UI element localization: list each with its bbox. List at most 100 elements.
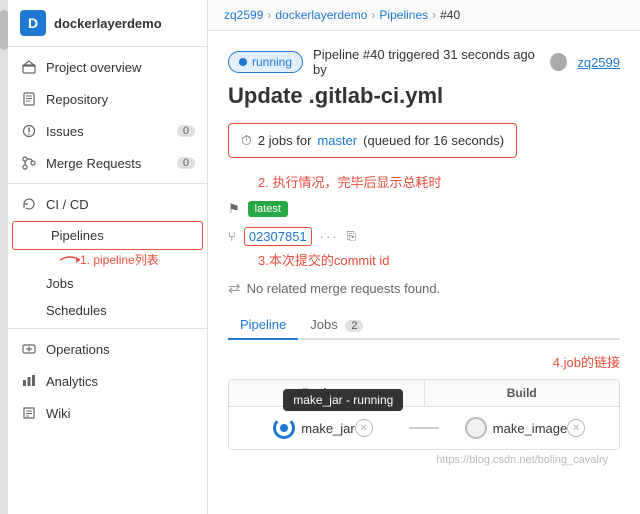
annotation3-text: 3.本次提交的commit id	[258, 250, 620, 269]
sidebar-item-project-overview[interactable]: Project overview	[8, 51, 207, 83]
job-name-make-jar: make_jar	[301, 421, 354, 436]
stage-header-build: Build	[425, 380, 620, 406]
breadcrumb-user[interactable]: zq2599	[224, 8, 263, 22]
job-node-make-image[interactable]: make_image	[465, 417, 567, 439]
branch-link[interactable]: master	[317, 133, 357, 148]
job-spinner-inner	[280, 424, 288, 432]
sidebar-item-ci-cd[interactable]: CI / CD	[8, 188, 207, 220]
project-name: dockerlayerdemo	[54, 16, 162, 31]
job-make-jar: make_jar - running make_jar	[273, 417, 354, 439]
sidebar-nav: Project overview Repository Issues 0 Mer…	[8, 47, 207, 514]
tab-pipeline[interactable]: Pipeline	[228, 311, 298, 340]
merge-icon: ⇄	[228, 279, 241, 297]
sidebar-item-label: Repository	[46, 92, 108, 107]
sidebar-divider2	[8, 328, 207, 329]
issue-icon	[20, 122, 38, 140]
commit-branch-icon: ⑂	[228, 229, 236, 244]
main-content: zq2599 › dockerlayerdemo › Pipelines › #…	[208, 0, 640, 514]
latest-badge-row: ⚑ latest	[228, 201, 620, 217]
page-title: Update .gitlab-ci.yml	[228, 83, 620, 109]
commit-id-link[interactable]: 02307851	[244, 227, 312, 246]
sidebar-item-wiki[interactable]: Wiki	[8, 397, 207, 429]
sidebar-item-label: Analytics	[46, 374, 98, 389]
sidebar-item-jobs[interactable]: Jobs	[8, 270, 207, 297]
breadcrumb-sep2: ›	[371, 8, 375, 22]
sidebar-item-label: Issues	[46, 124, 84, 139]
pipeline-status-row: running Pipeline #40 triggered 31 second…	[228, 47, 620, 77]
sidebar-divider	[8, 183, 207, 184]
sidebar-item-operations[interactable]: Operations	[8, 333, 207, 365]
merge-icon	[20, 154, 38, 172]
breadcrumb-sep1: ›	[267, 8, 271, 22]
sidebar-item-label: Merge Requests	[46, 156, 141, 171]
sidebar: D dockerlayerdemo Project overview Repos…	[8, 0, 208, 514]
no-mr-text: No related merge requests found.	[247, 281, 441, 296]
sidebar-item-label: Jobs	[46, 276, 73, 291]
sidebar-item-label: Schedules	[46, 303, 107, 318]
stage-connector	[409, 427, 439, 429]
breadcrumb-sep3: ›	[432, 8, 436, 22]
flag-icon: ⚑	[228, 201, 240, 217]
job-pending-icon	[465, 417, 487, 439]
sidebar-header: D dockerlayerdemo	[8, 0, 207, 47]
cicd-icon	[20, 195, 38, 213]
scrollbar-thumb	[0, 10, 8, 50]
job-name-make-image: make_image	[493, 421, 567, 436]
project-avatar: D	[20, 10, 46, 36]
jobs-info-text: 2 jobs for	[258, 133, 311, 148]
page-content: running Pipeline #40 triggered 31 second…	[208, 31, 640, 514]
jobs-count: 2	[345, 320, 363, 332]
commit-dots: ···	[320, 229, 339, 244]
annotation4-text: 4.job的链接	[228, 352, 620, 371]
sidebar-scrollbar[interactable]	[0, 0, 8, 514]
watermark: https://blog.csdn.net/boling_cavalry	[228, 450, 620, 470]
trigger-user[interactable]: zq2599	[577, 55, 620, 70]
stages-container: Package Build make_jar - running make_ja…	[228, 379, 620, 450]
issues-badge: 0	[177, 125, 195, 137]
stage-col-build: make_image ✕	[443, 417, 607, 439]
sidebar-item-issues[interactable]: Issues 0	[8, 115, 207, 147]
jobs-info-row: ⏱ 2 jobs for master (queued for 16 secon…	[228, 123, 620, 168]
sidebar-item-repository[interactable]: Repository	[8, 83, 207, 115]
jobs-info-box: ⏱ 2 jobs for master (queued for 16 secon…	[228, 123, 517, 158]
sidebar-item-merge-requests[interactable]: Merge Requests 0	[8, 147, 207, 179]
clock-icon: ⏱	[241, 132, 252, 149]
breadcrumb-section[interactable]: Pipelines	[379, 8, 428, 22]
breadcrumb-current: #40	[440, 8, 460, 22]
home-icon	[20, 58, 38, 76]
annotation1-container: 1. pipeline列表	[60, 251, 207, 268]
sidebar-item-label: Pipelines	[51, 228, 104, 243]
sidebar-item-label: CI / CD	[46, 197, 89, 212]
book-icon	[20, 90, 38, 108]
no-mr-row: ⇄ No related merge requests found.	[228, 279, 620, 297]
stage-col-package: make_jar - running make_jar ✕	[241, 417, 405, 439]
breadcrumb-project[interactable]: dockerlayerdemo	[275, 8, 367, 22]
sidebar-item-pipelines[interactable]: Pipelines	[12, 221, 203, 250]
sidebar-item-label: Wiki	[46, 406, 71, 421]
mr-badge: 0	[177, 157, 195, 169]
breadcrumb: zq2599 › dockerlayerdemo › Pipelines › #…	[208, 0, 640, 31]
job-cancel-button[interactable]: ✕	[355, 419, 373, 437]
job-cancel-button2[interactable]: ✕	[567, 419, 585, 437]
analytics-icon	[20, 372, 38, 390]
commit-row: ⑂ 02307851 ··· ⎘	[228, 227, 620, 246]
status-dot	[239, 58, 247, 66]
stages-body: make_jar - running make_jar ✕	[229, 407, 619, 449]
queue-info: (queued for 16 seconds)	[363, 133, 504, 148]
pipeline-tabs: Pipeline Jobs 2	[228, 311, 620, 340]
job-tooltip: make_jar - running	[283, 389, 403, 411]
copy-icon[interactable]: ⎘	[347, 229, 357, 244]
sidebar-item-analytics[interactable]: Analytics	[8, 365, 207, 397]
status-label: running	[252, 55, 292, 69]
user-avatar	[550, 53, 567, 71]
wiki-icon	[20, 404, 38, 422]
tab-jobs-label: Jobs	[310, 317, 337, 332]
tab-jobs[interactable]: Jobs 2	[298, 311, 375, 340]
job-node-make-jar[interactable]: make_jar	[273, 417, 354, 439]
status-badge: running	[228, 51, 303, 73]
annotation2-text: 2. 执行情况，完毕后显示总耗时	[258, 172, 620, 191]
sidebar-item-schedules[interactable]: Schedules	[8, 297, 207, 324]
operations-icon	[20, 340, 38, 358]
annotation1-arrow-icon	[60, 254, 80, 266]
job-spinner-icon	[273, 417, 295, 439]
